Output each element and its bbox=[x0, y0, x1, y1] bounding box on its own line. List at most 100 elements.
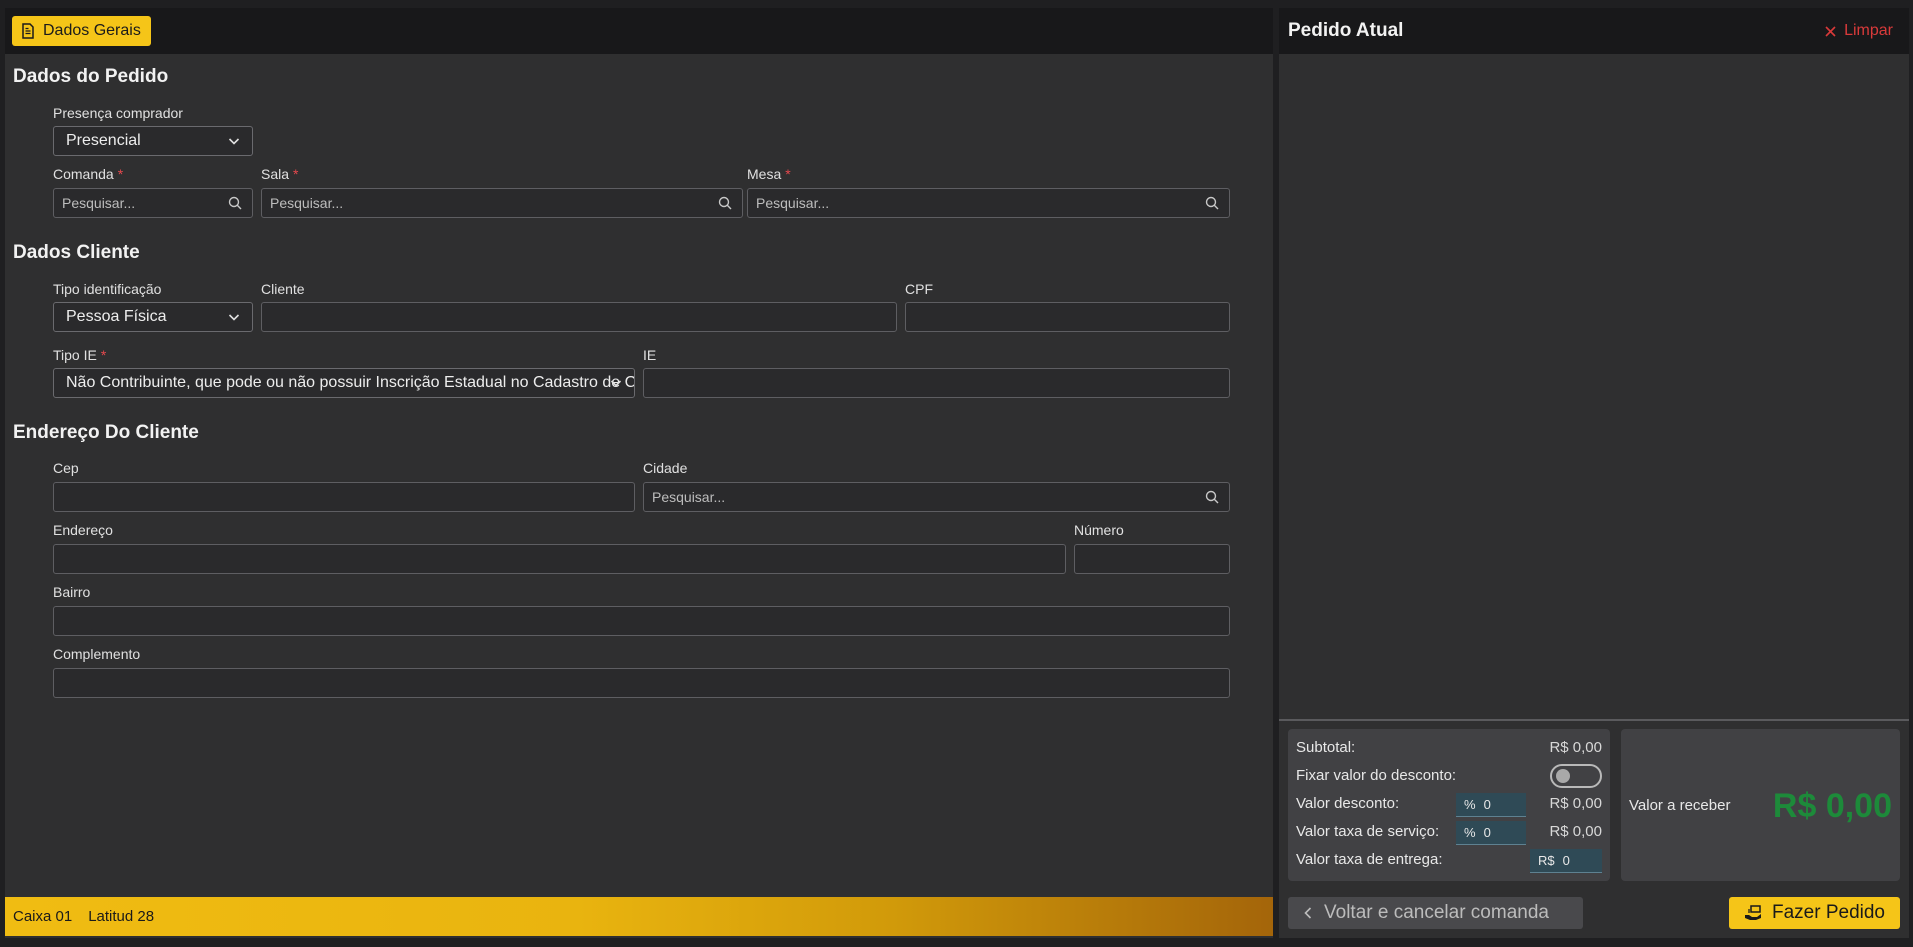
endereco-input[interactable] bbox=[53, 544, 1066, 574]
current-order-panel: Pedido Atual Limpar Subtotal: R$ 0,00 Fi… bbox=[1279, 8, 1909, 938]
fixar-desconto-label: Fixar valor do desconto: bbox=[1296, 767, 1457, 784]
tab-dados-gerais[interactable]: Dados Gerais bbox=[12, 16, 151, 46]
comanda-label: Comanda * bbox=[53, 166, 124, 182]
mesa-placeholder: Pesquisar... bbox=[756, 195, 830, 211]
required-mark: * bbox=[293, 166, 299, 182]
section-title-endereco: Endereço Do Cliente bbox=[13, 422, 199, 443]
taxa-entrega-label: Valor taxa de entrega: bbox=[1296, 851, 1443, 868]
taxa-servico-row: Valor taxa de serviço: % 0 R$ 0,00 bbox=[1296, 821, 1602, 845]
search-icon bbox=[1205, 196, 1219, 210]
cpf-label: CPF bbox=[905, 281, 933, 297]
section-title-cliente: Dados Cliente bbox=[13, 242, 140, 263]
tipo-identificacao-select[interactable]: Pessoa Física bbox=[53, 302, 253, 332]
taxa-servico-value: R$ 0,00 bbox=[1549, 823, 1602, 840]
desconto-value: R$ 0,00 bbox=[1549, 795, 1602, 812]
complemento-label: Complemento bbox=[53, 646, 141, 662]
taxa-entrega-input[interactable]: R$ 0 bbox=[1530, 849, 1602, 873]
currency-prefix: R$ bbox=[1538, 853, 1555, 868]
taxa-servico-label: Valor taxa de serviço: bbox=[1296, 823, 1440, 840]
divider bbox=[1279, 719, 1909, 721]
clear-button[interactable]: Limpar bbox=[1825, 22, 1893, 40]
desconto-input-value: 0 bbox=[1483, 797, 1491, 812]
required-mark: * bbox=[785, 166, 791, 182]
fixar-desconto-toggle[interactable] bbox=[1550, 764, 1602, 788]
desconto-row: Valor desconto: % 0 R$ 0,00 bbox=[1296, 793, 1602, 817]
cep-label: Cep bbox=[53, 460, 79, 476]
amount-due-label: Valor a receber bbox=[1629, 797, 1731, 814]
caixa-label: Caixa 01 bbox=[13, 908, 73, 925]
comanda-placeholder: Pesquisar... bbox=[62, 195, 136, 211]
taxa-servico-input-value: 0 bbox=[1483, 825, 1491, 840]
place-order-label: Fazer Pedido bbox=[1771, 902, 1885, 923]
chevron-left-icon bbox=[1304, 907, 1312, 919]
percent-prefix: % bbox=[1464, 825, 1476, 840]
chevron-down-icon bbox=[228, 314, 240, 321]
form-toolbar: Dados Gerais bbox=[5, 8, 1273, 54]
bairro-label: Bairro bbox=[53, 584, 91, 600]
close-icon bbox=[1825, 25, 1836, 37]
presenca-label: Presença comprador bbox=[53, 105, 183, 121]
mesa-search-input[interactable]: Pesquisar... bbox=[747, 188, 1230, 218]
subtotal-label: Subtotal: bbox=[1296, 739, 1356, 756]
ie-input[interactable] bbox=[643, 368, 1230, 398]
required-mark: * bbox=[100, 347, 107, 363]
required-mark: * bbox=[117, 166, 124, 182]
presenca-select[interactable]: Presencial bbox=[53, 126, 253, 156]
amount-due-card: Valor a receber R$ 0,00 bbox=[1621, 729, 1900, 881]
numero-input[interactable] bbox=[1074, 544, 1230, 574]
cliente-input[interactable] bbox=[261, 302, 897, 332]
tipo-ie-value: Não Contribuinte, que pode ou não possui… bbox=[66, 374, 634, 391]
complemento-input[interactable] bbox=[53, 668, 1230, 698]
chevron-down-icon bbox=[228, 138, 240, 145]
cidade-label: Cidade bbox=[643, 460, 688, 476]
taxa-entrega-row: Valor taxa de entrega: R$ 0 bbox=[1296, 849, 1602, 873]
desconto-input[interactable]: % 0 bbox=[1456, 793, 1526, 817]
order-form-panel: Dados Gerais Dados do Pedido Presença co… bbox=[5, 8, 1273, 938]
comanda-search-input[interactable]: Pesquisar... bbox=[53, 188, 253, 218]
toggle-knob bbox=[1556, 769, 1570, 783]
cpf-input[interactable] bbox=[905, 302, 1230, 332]
tipo-ie-label: Tipo IE * bbox=[53, 347, 107, 363]
cep-input[interactable] bbox=[53, 482, 635, 512]
sala-search-input[interactable]: Pesquisar... bbox=[261, 188, 743, 218]
tab-label: Dados Gerais bbox=[43, 22, 141, 39]
mesa-label: Mesa * bbox=[747, 166, 791, 182]
taxa-entrega-input-value: 0 bbox=[1562, 853, 1570, 868]
clear-label: Limpar bbox=[1844, 22, 1893, 39]
search-icon bbox=[718, 196, 732, 210]
search-icon bbox=[228, 196, 242, 210]
search-icon bbox=[1205, 490, 1219, 504]
subtotal-row: Subtotal: R$ 0,00 bbox=[1296, 739, 1602, 759]
tipo-identificacao-value: Pessoa Física bbox=[66, 308, 167, 325]
presenca-value: Presencial bbox=[66, 132, 141, 149]
subtotal-value: R$ 0,00 bbox=[1549, 739, 1602, 756]
status-footer: Caixa 01 Latitud 28 bbox=[5, 897, 1273, 936]
fixar-desconto-row: Fixar valor do desconto: bbox=[1296, 764, 1602, 788]
section-title-pedido: Dados do Pedido bbox=[13, 66, 169, 87]
sala-label: Sala * bbox=[261, 166, 299, 182]
cancel-order-label: Voltar e cancelar comanda bbox=[1324, 902, 1549, 923]
chevron-down-icon bbox=[610, 380, 622, 387]
tipo-identificacao-label: Tipo identificação bbox=[53, 281, 162, 297]
cliente-label: Cliente bbox=[261, 281, 305, 297]
hand-money-icon bbox=[1744, 905, 1761, 920]
order-header: Pedido Atual Limpar bbox=[1279, 8, 1909, 54]
totals-card: Subtotal: R$ 0,00 Fixar valor do descont… bbox=[1288, 729, 1610, 881]
order-title: Pedido Atual bbox=[1288, 20, 1404, 41]
cancel-order-button[interactable]: Voltar e cancelar comanda bbox=[1288, 897, 1583, 929]
document-icon bbox=[22, 23, 34, 39]
cidade-search-input[interactable]: Pesquisar... bbox=[643, 482, 1230, 512]
cidade-placeholder: Pesquisar... bbox=[652, 489, 726, 505]
desconto-label: Valor desconto: bbox=[1296, 795, 1400, 812]
percent-prefix: % bbox=[1464, 797, 1476, 812]
store-label: Latitud 28 bbox=[88, 908, 155, 925]
tipo-ie-select[interactable]: Não Contribuinte, que pode ou não possui… bbox=[53, 368, 635, 398]
numero-label: Número bbox=[1074, 522, 1124, 538]
place-order-button[interactable]: Fazer Pedido bbox=[1729, 897, 1900, 929]
taxa-servico-input[interactable]: % 0 bbox=[1456, 821, 1526, 845]
sala-placeholder: Pesquisar... bbox=[270, 195, 344, 211]
bairro-input[interactable] bbox=[53, 606, 1230, 636]
amount-due-value: R$ 0,00 bbox=[1772, 787, 1892, 825]
endereco-label: Endereço bbox=[53, 522, 113, 538]
ie-label: IE bbox=[643, 347, 657, 363]
